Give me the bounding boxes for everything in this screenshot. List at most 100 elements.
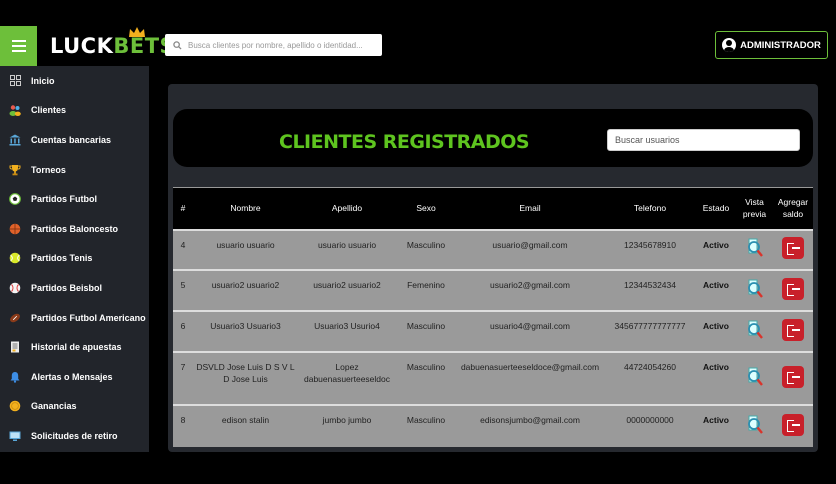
sidebar-item-label: Alertas o Mensajes: [31, 371, 113, 382]
cell-telefono: 0000000000: [626, 414, 674, 425]
user-search-input[interactable]: [607, 129, 800, 151]
sidebar-item-label: Partidos Beisbol: [31, 282, 103, 293]
cell-sexo: Masculino: [406, 239, 446, 250]
table-row: 4 usuario usuario usuario usuario Mascul…: [173, 229, 813, 270]
grid-icon: [9, 75, 21, 87]
cell-nombre: usuario2 usuario2: [211, 279, 280, 290]
column-header: Apellido: [331, 203, 363, 214]
cell-telefono: 44724054260: [623, 361, 676, 372]
sidebar-item-torneos[interactable]: Torneos: [0, 155, 149, 185]
cell-apellido: usuario usuario: [317, 239, 377, 250]
baseball-icon: [9, 282, 21, 294]
add-balance-icon[interactable]: [782, 318, 804, 341]
cell-id: 5: [180, 279, 186, 290]
add-balance-icon[interactable]: [782, 277, 804, 300]
page-title: CLIENTES REGISTRADOS: [279, 131, 530, 153]
document-icon: [9, 341, 21, 353]
add-balance-icon[interactable]: [782, 413, 804, 436]
sidebar-item-label: Historial de apuestas: [31, 342, 122, 353]
trophy-icon: [9, 164, 21, 176]
cell-sexo: Masculino: [406, 414, 446, 425]
sidebar-item-inicio[interactable]: Inicio: [0, 66, 149, 96]
client-search-input[interactable]: [188, 40, 378, 50]
sidebar-item-clientes[interactable]: Clientes: [0, 96, 149, 126]
column-header: Agregar saldo: [777, 197, 809, 220]
cell-email: usuario@gmail.com: [492, 239, 568, 250]
column-header: Sexo: [416, 203, 436, 214]
cell-email: edisonsjumbo@gmail.com: [480, 414, 580, 425]
status-badge: Activo: [703, 414, 729, 425]
preview-icon[interactable]: [745, 319, 765, 341]
sidebar-item-label: Torneos: [31, 164, 66, 175]
add-balance-icon[interactable]: [782, 365, 804, 388]
sidebar: Inicio Clientes Cuentas bancarias Torneo…: [0, 66, 149, 452]
cell-email: usuario2@gmail.com: [490, 279, 570, 290]
users-icon: [9, 104, 21, 117]
client-search-box[interactable]: [165, 34, 382, 56]
table-row: 8 edison stalin jumbo jumbo Masculino ed…: [173, 404, 813, 447]
brand-logo[interactable]: LUCKBETS: [50, 34, 175, 58]
column-header: Email: [519, 203, 541, 214]
column-header: #: [180, 203, 186, 214]
cell-telefono: 12344532434: [623, 279, 676, 290]
table-header-row: # Nombre Apellido Sexo Email Telefono Es…: [173, 187, 813, 230]
preview-icon[interactable]: [745, 414, 765, 436]
sidebar-item-ganancias[interactable]: Ganancias: [0, 392, 149, 422]
cell-id: 6: [180, 320, 186, 331]
clients-table: # Nombre Apellido Sexo Email Telefono Es…: [173, 187, 813, 447]
football-icon: [9, 312, 21, 324]
preview-icon[interactable]: [745, 278, 765, 300]
sidebar-item-alertas-o-mensajes[interactable]: Alertas o Mensajes: [0, 362, 149, 392]
cell-apellido: usuario2 usuario2: [313, 279, 381, 290]
sidebar-item-solicitudes-de-retiro[interactable]: Solicitudes de retiro: [0, 421, 149, 451]
sidebar-item-label: Partidos Baloncesto: [31, 223, 119, 234]
cell-id: 7: [180, 361, 186, 372]
preview-icon[interactable]: [745, 237, 765, 259]
sidebar-item-partidos-baloncesto[interactable]: Partidos Baloncesto: [0, 214, 149, 244]
top-bar: LUCKBETS ADMINISTRADOR: [0, 0, 836, 66]
status-badge: Activo: [703, 320, 729, 331]
table-row: 5 usuario2 usuario2 usuario2 usuario2 Fe…: [173, 269, 813, 311]
sidebar-item-label: Solicitudes de retiro: [31, 430, 118, 441]
cell-nombre: usuario usuario: [216, 239, 275, 250]
bottom-bar: [0, 452, 836, 484]
cell-id: 8: [180, 414, 186, 425]
sidebar-item-label: Partidos Futbol: [31, 194, 97, 205]
sidebar-item-label: Clientes: [31, 105, 67, 116]
sidebar-item-label: Inicio: [31, 75, 55, 86]
cell-telefono: 345677777777777: [614, 320, 686, 331]
sidebar-item-label: Cuentas bancarias: [31, 134, 112, 145]
cell-sexo: Masculino: [406, 320, 446, 331]
sidebar-item-partidos-futbol[interactable]: Partidos Futbol: [0, 184, 149, 214]
sidebar-item-partidos-beisbol[interactable]: Partidos Beisbol: [0, 273, 149, 303]
monitor-icon: [9, 430, 21, 442]
sidebar-item-partidos-futbol-americano[interactable]: Partidos Futbol Americano: [0, 303, 149, 333]
hamburger-icon: [11, 40, 26, 42]
search-icon: [173, 40, 182, 50]
cell-nombre: DSVLD Jose Luis D S V L D Jose Luis: [196, 361, 295, 384]
bell-icon: [9, 371, 21, 383]
user-avatar-icon: [722, 38, 737, 52]
column-header: Estado: [702, 203, 730, 214]
column-header: Telefono: [633, 203, 667, 214]
table-row: 6 Usuario3 Usuario3 Usuario3 Usurio4 Mas…: [173, 310, 813, 352]
sidebar-item-partidos-tenis[interactable]: Partidos Tenis: [0, 244, 149, 274]
cell-nombre: edison stalin: [221, 414, 270, 425]
basketball-icon: [9, 223, 21, 235]
column-header: Vista previa: [742, 197, 767, 220]
admin-profile-button[interactable]: ADMINISTRADOR: [715, 31, 828, 59]
add-balance-icon[interactable]: [782, 237, 804, 259]
soccer-ball-icon: [9, 193, 21, 206]
crown-icon: [129, 27, 145, 37]
cell-email: usuario4@gmail.com: [490, 320, 570, 331]
preview-icon[interactable]: [745, 366, 765, 388]
status-badge: Activo: [703, 361, 729, 372]
cell-email: dabuenasuerteeseldoce@gmail.com: [460, 361, 600, 372]
menu-toggle-button[interactable]: [0, 26, 37, 66]
sidebar-item-label: Partidos Futbol Americano: [31, 312, 146, 323]
cell-apellido: jumbo jumbo: [322, 414, 372, 425]
sidebar-item-cuentas-bancarias[interactable]: Cuentas bancarias: [0, 125, 149, 155]
cell-sexo: Femenino: [407, 279, 445, 290]
sidebar-item-historial-de-apuestas[interactable]: Historial de apuestas: [0, 332, 149, 362]
sidebar-item-label: Partidos Tenis: [31, 253, 93, 264]
